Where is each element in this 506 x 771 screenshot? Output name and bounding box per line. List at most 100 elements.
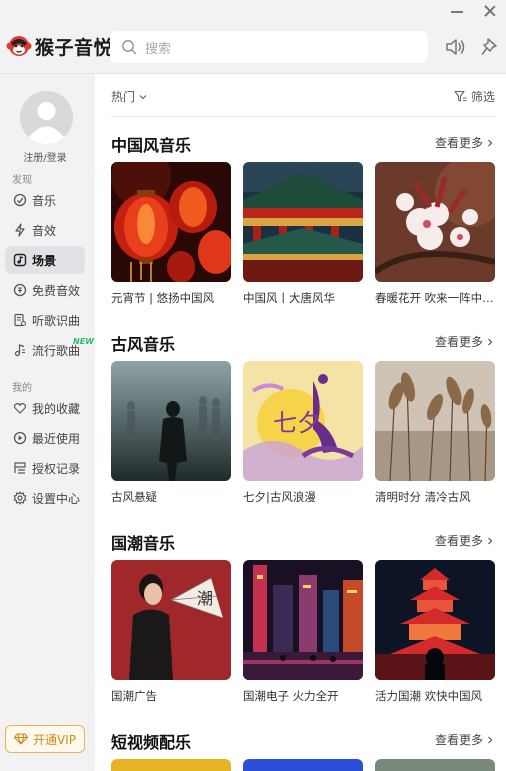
card-caption[interactable]: 古风悬疑 <box>111 489 233 505</box>
filter-button[interactable]: 筛选 <box>454 88 495 105</box>
playlist-card-guochao-ad[interactable]: 潮 <box>111 560 231 680</box>
minimize-icon[interactable] <box>448 4 466 18</box>
mine-label: 我的 <box>12 383 32 394</box>
login-link[interactable]: 注册/登录 <box>0 149 90 164</box>
reeds-cover-image <box>375 361 495 481</box>
sort-label: 热门 <box>111 90 136 104</box>
sidebar-item-label: 音乐 <box>32 193 57 208</box>
sort-dropdown[interactable]: 热门 <box>111 88 148 105</box>
sidebar-item-recent[interactable]: 最近使用 <box>5 424 85 452</box>
sidebar-item-scene[interactable]: 场景 <box>5 246 85 274</box>
sidebar-item-label: 授权记录 <box>32 461 81 476</box>
playlist-card-qixi[interactable]: 七夕 <box>243 361 363 481</box>
search-input[interactable]: 搜索 <box>145 38 171 57</box>
sidebar-item-label: 设置中心 <box>32 491 81 506</box>
search-icon <box>122 40 137 55</box>
see-more-label: 查看更多 <box>435 733 484 747</box>
license-icon <box>14 462 26 474</box>
see-more-label: 查看更多 <box>435 534 484 548</box>
sidebar-item-label: 听歌识曲 <box>32 313 81 328</box>
playlist-card-partial[interactable] <box>111 759 231 771</box>
pagoda-cover-image <box>375 560 495 680</box>
app-name: 猴子音悦 <box>35 36 114 59</box>
note-icon <box>14 344 25 357</box>
sidebar-item-sfx[interactable]: 音效 <box>5 216 85 244</box>
playlist-card-guochao-edm[interactable] <box>243 560 363 680</box>
card-caption[interactable]: 春暖花开 吹来一阵中国风 <box>375 290 497 306</box>
mystery-cover-image <box>111 361 231 481</box>
chevron-right-icon <box>488 338 493 345</box>
card-caption[interactable]: 七夕|古风浪漫 <box>243 489 365 505</box>
playlist-card-mystery[interactable] <box>111 361 231 481</box>
card-caption[interactable]: 元宵节 | 悠扬中国风 <box>111 290 233 306</box>
playlist-card-partial[interactable] <box>243 759 363 771</box>
user-silhouette-icon <box>29 102 64 144</box>
app-logo[interactable]: 猴子音悦 <box>6 30 113 62</box>
avatar[interactable] <box>20 91 73 144</box>
section-title: 短视频配乐 <box>111 733 192 752</box>
sidebar-item-recognize[interactable]: 听歌识曲 <box>5 306 85 334</box>
filter-bar: 热门 筛选 <box>111 85 495 109</box>
card-caption[interactable]: 清明时分 清冷古风 <box>375 489 497 505</box>
free-icon <box>13 283 27 297</box>
sidebar-item-free-sfx[interactable]: 免费音效 <box>5 276 85 304</box>
playlist-card-partial[interactable] <box>375 759 495 771</box>
sidebar-item-settings[interactable]: 设置中心 <box>5 484 85 512</box>
see-more-link[interactable]: 查看更多 <box>435 333 495 350</box>
sidebar-item-favorites[interactable]: 我的收藏 <box>5 394 85 422</box>
fan-art-text: 潮 <box>197 589 213 608</box>
card-caption[interactable]: 活力国潮 欢快中国风 <box>375 688 497 704</box>
see-more-label: 查看更多 <box>435 335 484 349</box>
palace-cover-image <box>243 162 363 282</box>
sidebar-item-pop[interactable]: 流行歌曲 NEW <box>5 336 94 364</box>
filter-label: 筛选 <box>470 90 495 104</box>
heart-icon <box>13 402 27 414</box>
volume-icon[interactable] <box>445 37 467 57</box>
card-caption[interactable]: 中国风丨大唐风华 <box>243 290 365 306</box>
history-icon <box>13 431 27 445</box>
new-badge: NEW <box>73 337 94 346</box>
section-title: 古风音乐 <box>111 335 176 354</box>
playlist-card-palace[interactable] <box>243 162 363 282</box>
playlist-card-blossom[interactable] <box>375 162 495 282</box>
gear-icon <box>13 491 27 505</box>
playlist-card-guochao-lively[interactable] <box>375 560 495 680</box>
section-title: 中国风音乐 <box>111 136 192 155</box>
divider <box>111 116 495 117</box>
music-note-icon <box>13 253 27 267</box>
disc-icon <box>13 193 27 207</box>
sidebar-item-label: 音效 <box>32 223 57 238</box>
see-more-label: 查看更多 <box>435 136 484 150</box>
see-more-link[interactable]: 查看更多 <box>435 134 495 151</box>
sidebar-item-label: 免费音效 <box>32 283 81 298</box>
see-more-link[interactable]: 查看更多 <box>435 731 495 748</box>
neon-street-cover-image <box>243 560 363 680</box>
sidebar-item-music[interactable]: 音乐 <box>5 186 85 214</box>
sidebar-item-label: 最近使用 <box>32 431 81 446</box>
qixi-art-text: 七夕 <box>273 409 321 437</box>
section-title: 国潮音乐 <box>111 534 176 553</box>
vip-button[interactable]: 开通VIP <box>5 725 85 753</box>
sidebar-item-label: 我的收藏 <box>32 401 81 416</box>
close-icon[interactable] <box>481 3 499 19</box>
bolt-icon <box>15 223 25 237</box>
discover-label: 发现 <box>12 175 32 186</box>
playlist-card-lanterns[interactable] <box>111 162 231 282</box>
filter-icon <box>454 90 467 102</box>
pin-icon[interactable] <box>481 37 499 57</box>
see-more-link[interactable]: 查看更多 <box>435 532 495 549</box>
search-box[interactable]: 搜索 <box>110 31 428 63</box>
chevron-right-icon <box>488 139 493 146</box>
sidebar-item-license[interactable]: 授权记录 <box>5 454 85 482</box>
sidebar: 注册/登录 发现 音乐 音效 场景 免费音效 听歌识曲 流行歌曲 NEW 我的 … <box>0 74 95 771</box>
card-caption[interactable]: 国潮电子 火力全开 <box>243 688 365 704</box>
lanterns-cover-image <box>111 162 231 282</box>
playlist-card-reeds[interactable] <box>375 361 495 481</box>
monkey-logo-icon <box>6 36 32 56</box>
fan-girl-cover-image: 潮 <box>111 560 231 680</box>
recognize-icon <box>14 313 27 327</box>
qixi-cover-image: 七夕 <box>243 361 363 481</box>
vip-label: 开通VIP <box>33 732 76 747</box>
card-caption[interactable]: 国潮广告 <box>111 688 233 704</box>
chevron-right-icon <box>488 537 493 544</box>
